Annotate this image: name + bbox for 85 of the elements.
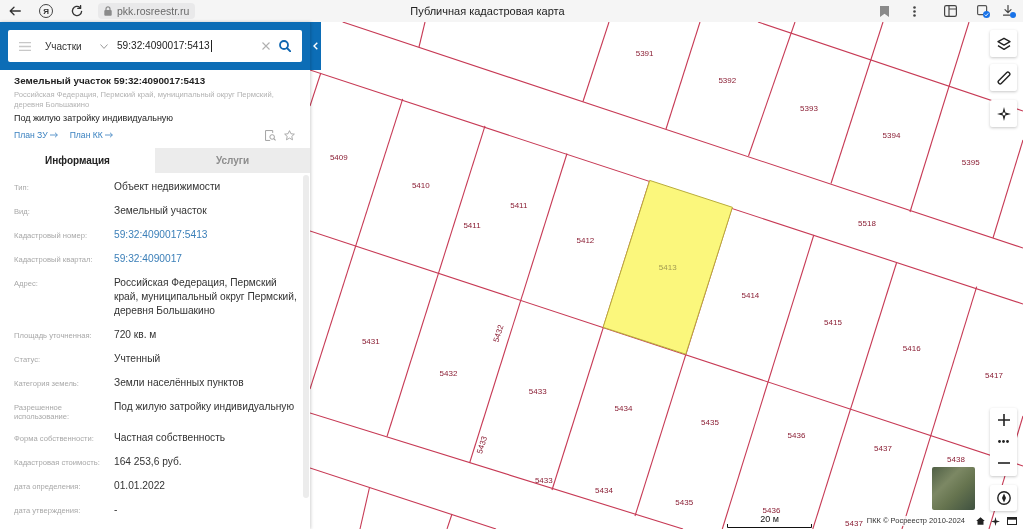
parcel-number: 5433 <box>474 435 490 455</box>
field-value: 01.01.2022 <box>114 479 166 493</box>
parcel-number: 5409 <box>329 153 348 163</box>
parcel-number: 5395 <box>961 158 980 168</box>
field-value: - <box>114 503 119 517</box>
reload-icon[interactable] <box>71 5 83 17</box>
map-thumbnail[interactable] <box>932 467 975 510</box>
parcel-number: 5432 <box>491 323 506 344</box>
window-icon[interactable] <box>1007 517 1017 525</box>
field-value: Земельный участок <box>114 204 208 218</box>
field-value: Земли населённых пунктов <box>114 376 245 390</box>
parcel-number: 5413 <box>658 262 677 272</box>
plan-link[interactable]: План ЗУ <box>14 130 58 140</box>
layers-button[interactable] <box>990 30 1017 57</box>
ruler-icon <box>996 70 1011 85</box>
field-value: Объект недвижимости <box>114 180 222 194</box>
object-title: Земельный участок 59:32:4090017:5413 <box>14 74 207 88</box>
plus-icon <box>997 414 1010 426</box>
parcel-number: 5518 <box>858 219 876 229</box>
parcel-number: 5393 <box>800 104 818 113</box>
field-value: 720 кв. м <box>114 328 158 342</box>
more-icon[interactable] <box>913 5 916 17</box>
lock-icon <box>104 6 112 16</box>
compass-button[interactable] <box>990 485 1017 511</box>
compass-icon <box>996 491 1011 505</box>
chevron-icon <box>313 42 318 50</box>
tab[interactable]: Услуги <box>155 148 310 173</box>
star-icon[interactable] <box>284 129 295 141</box>
field-value: Учтенный <box>114 352 162 366</box>
parcel-number: 5434 <box>595 485 613 495</box>
bookmark-icon[interactable] <box>880 5 889 17</box>
parcel-number: 5416 <box>902 343 921 353</box>
parcel-number: 5435 <box>701 417 719 427</box>
field-link[interactable]: 59:32:4090017:5413 <box>114 228 302 242</box>
parcel-number: 5412 <box>576 235 595 245</box>
parcel-number: 5391 <box>635 49 654 59</box>
parcel-number: 5410 <box>411 180 430 190</box>
parcel-number: 5438 <box>947 454 965 464</box>
parcel-number: 5411 <box>463 221 481 231</box>
back-icon[interactable] <box>9 6 21 16</box>
ruler-button[interactable] <box>990 64 1017 91</box>
object-usage: Под жилую затройку индивидуальную <box>14 112 175 125</box>
layer-dropdown[interactable]: Участки <box>45 40 110 52</box>
search-icon[interactable] <box>279 40 291 52</box>
caret-icon <box>100 43 108 49</box>
parcel-number: 5392 <box>718 76 737 86</box>
parcel-number: 5432 <box>439 369 458 379</box>
field-value: Частная собственность <box>114 431 227 445</box>
point-button[interactable] <box>990 100 1017 127</box>
plan-link[interactable]: План КК <box>69 130 113 140</box>
collapse-panel-button[interactable] <box>310 22 321 70</box>
parcel-number: 5431 <box>361 337 380 347</box>
field-value: Российская Федерация, Пермский край, муниципальный округ Пермский, деревня Большакино <box>114 276 298 318</box>
four-point-star-icon[interactable] <box>991 516 1000 526</box>
search-field[interactable]: 59:32:4090017:5413 <box>117 40 262 52</box>
parcel-number: 5394 <box>882 130 901 140</box>
parcel-number: 5437 <box>845 519 863 528</box>
layers-icon <box>996 36 1011 51</box>
parcel-number: 5433 <box>534 475 553 485</box>
arrow-icon <box>104 132 113 138</box>
scrollbar[interactable] <box>303 175 309 498</box>
parcel-number: 5436 <box>787 430 806 440</box>
more-icon <box>998 439 1009 443</box>
check-badge-icon[interactable] <box>977 4 990 18</box>
field-link[interactable]: 59:32:4090017 <box>114 252 302 266</box>
parcel-number: 5414 <box>741 290 760 300</box>
parcel-number: 5411 <box>510 201 528 211</box>
parcel-number: 5434 <box>614 404 633 413</box>
parcel-number: 5435 <box>675 497 694 507</box>
scale-label: 20 м <box>760 514 779 524</box>
field-value: Под жилую затройку индивидуальную <box>114 400 296 414</box>
four-point-star-icon <box>996 106 1011 121</box>
parcel-number: 5417 <box>985 370 1003 380</box>
parcel-number: 5437 <box>874 444 892 454</box>
field-value: 164 253,6 руб. <box>114 455 183 469</box>
download-icon[interactable] <box>1003 4 1016 18</box>
parcel-number: 5433 <box>528 386 547 396</box>
parcel-number: 5436 <box>762 505 781 515</box>
window-icon[interactable] <box>944 5 957 17</box>
address-field[interactable]: pkk.rosreestr.ru <box>98 3 196 19</box>
arrow-icon <box>49 132 58 138</box>
page-title: Публичная кадастровая карта <box>410 5 565 17</box>
minus-icon <box>997 462 1010 464</box>
parcel-number: 5415 <box>824 317 842 327</box>
home-icon[interactable] <box>976 517 985 525</box>
